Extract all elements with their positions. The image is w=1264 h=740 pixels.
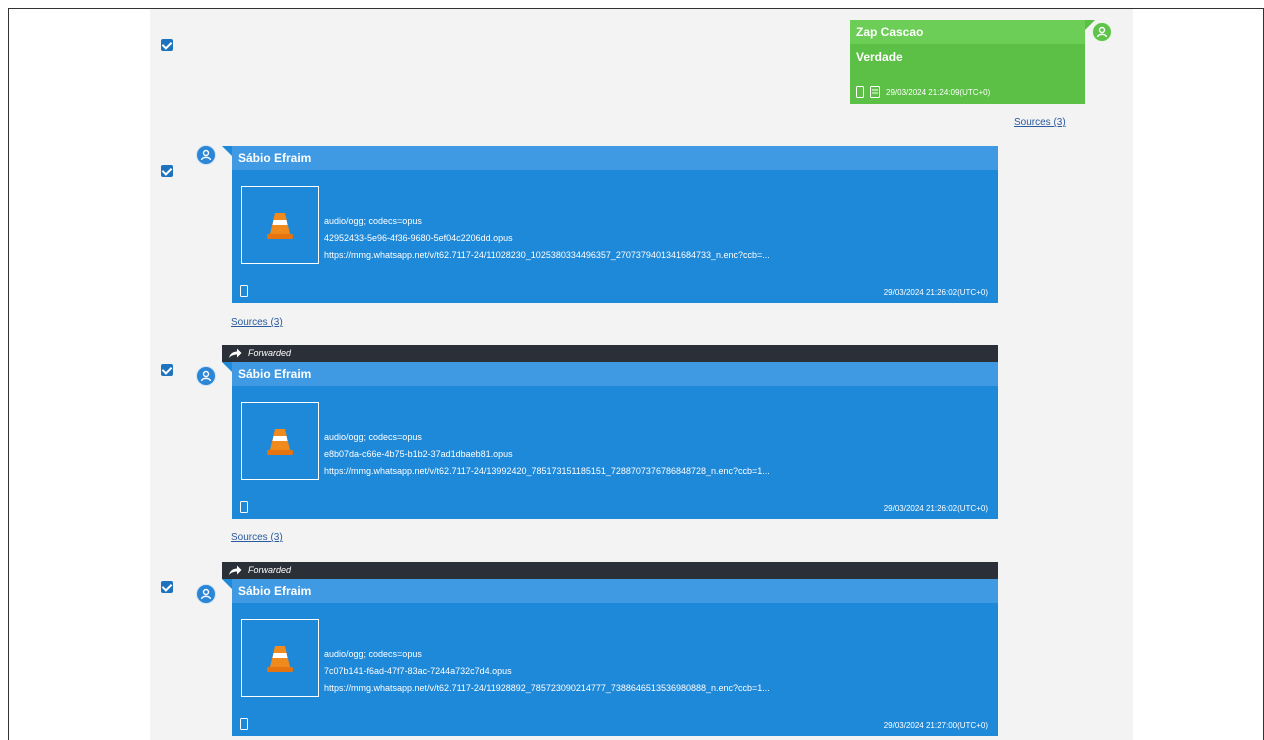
forwarded-label: Forwarded: [248, 348, 292, 358]
sender-avatar: [196, 145, 216, 165]
select-checkbox[interactable]: [161, 165, 173, 177]
phone-icon: [856, 86, 864, 98]
user-icon: [1096, 26, 1108, 38]
media-url: https://mmg.whatsapp.net/v/t62.7117-24/1…: [324, 466, 770, 476]
select-checkbox[interactable]: [161, 39, 173, 51]
sender-name: Sábio Efraim: [232, 146, 998, 170]
bubble-tail: [222, 579, 232, 589]
attachment-info: audio/ogg; codecs=opus e8b07da-c66e-4b75…: [324, 429, 770, 480]
attachment-info: audio/ogg; codecs=opus 42952433-5e96-4f3…: [324, 213, 770, 264]
select-checkbox[interactable]: [161, 364, 173, 376]
frame-border-left: [8, 8, 9, 740]
mime-type: audio/ogg; codecs=opus: [324, 432, 422, 442]
sim-card-icon: [870, 86, 880, 98]
sender-name: Zap Cascao: [850, 20, 1085, 44]
file-name: 42952433-5e96-4f36-9680-5ef04c2206dd.opu…: [324, 233, 513, 243]
audio-attachment-thumbnail[interactable]: [241, 619, 319, 697]
forwarded-bar: Forwarded: [222, 562, 998, 579]
bubble-tail: [222, 146, 232, 156]
sender-avatar: [1092, 22, 1112, 42]
forwarded-label: Forwarded: [248, 565, 292, 575]
user-icon: [200, 588, 212, 600]
incoming-message-bubble: Sábio Efraim audio/ogg; codecs=opus e8b0…: [222, 362, 998, 519]
mime-type: audio/ogg; codecs=opus: [324, 649, 422, 659]
outgoing-message-bubble: Zap Cascao Verdade 29/03/2024 21:24:09(U…: [850, 20, 1095, 104]
sources-link[interactable]: Sources (3): [231, 317, 283, 328]
sender-name: Sábio Efraim: [232, 362, 998, 386]
message-timestamp: 29/03/2024 21:24:09(UTC+0): [886, 87, 991, 97]
message-text: Verdade: [856, 50, 903, 64]
sender-avatar: [196, 584, 216, 604]
message-timestamp: 29/03/2024 21:26:02(UTC+0): [883, 288, 988, 297]
select-checkbox[interactable]: [161, 581, 173, 593]
media-url: https://mmg.whatsapp.net/v/t62.7117-24/1…: [324, 250, 770, 260]
user-icon: [200, 149, 212, 161]
phone-icon: [240, 718, 248, 730]
forward-arrow-icon: [229, 348, 242, 358]
mime-type: audio/ogg; codecs=opus: [324, 216, 422, 226]
user-icon: [200, 370, 212, 382]
forward-arrow-icon: [229, 565, 242, 575]
audio-attachment-thumbnail[interactable]: [241, 402, 319, 480]
audio-attachment-thumbnail[interactable]: [241, 186, 319, 264]
incoming-message-bubble: Sábio Efraim audio/ogg; codecs=opus 7c07…: [222, 579, 998, 736]
forwarded-bar: Forwarded: [222, 345, 998, 362]
vlc-cone-icon: [267, 429, 293, 455]
vlc-cone-icon: [267, 646, 293, 672]
message-timestamp: 29/03/2024 21:27:00(UTC+0): [883, 721, 988, 730]
sender-name: Sábio Efraim: [232, 579, 998, 603]
message-timestamp: 29/03/2024 21:26:02(UTC+0): [883, 504, 988, 513]
sources-link[interactable]: Sources (3): [1014, 117, 1066, 128]
message-footer: 29/03/2024 21:24:09(UTC+0): [856, 86, 990, 98]
phone-icon: [240, 285, 248, 297]
incoming-message-bubble: Sábio Efraim audio/ogg; codecs=opus 4295…: [222, 146, 998, 303]
file-name: e8b07da-c66e-4b75-b1b2-37ad1dbaeb81.opus: [324, 449, 513, 459]
vlc-cone-icon: [267, 213, 293, 239]
phone-icon: [240, 501, 248, 513]
sources-link[interactable]: Sources (3): [231, 532, 283, 543]
sender-avatar: [196, 366, 216, 386]
attachment-info: audio/ogg; codecs=opus 7c07b141-f6ad-47f…: [324, 646, 770, 697]
file-name: 7c07b141-f6ad-47f7-83ac-7244a732c7d4.opu…: [324, 666, 512, 676]
bubble-tail: [222, 362, 232, 372]
media-url: https://mmg.whatsapp.net/v/t62.7117-24/1…: [324, 683, 770, 693]
